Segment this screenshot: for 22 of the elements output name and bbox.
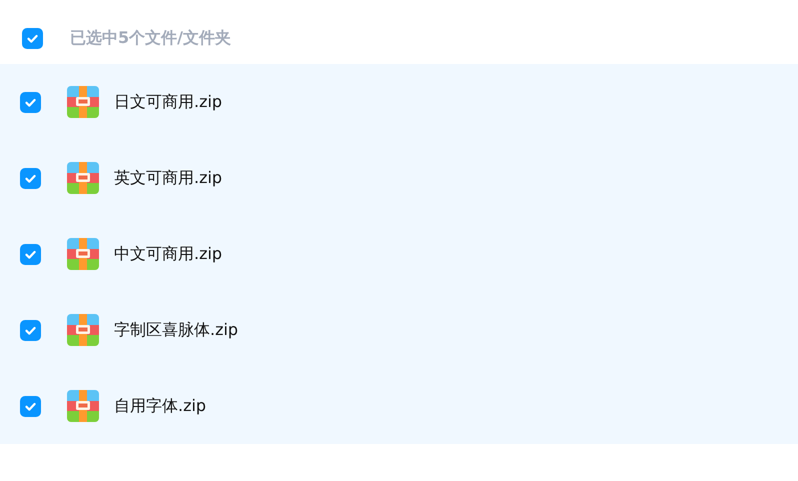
checkbox[interactable] bbox=[20, 168, 41, 188]
file-row[interactable]: 字制区喜脉体.zip bbox=[0, 292, 798, 368]
archive-icon bbox=[67, 162, 99, 194]
checkbox[interactable] bbox=[20, 244, 41, 264]
file-row[interactable]: 日文可商用.zip bbox=[0, 64, 798, 140]
checkbox[interactable] bbox=[20, 396, 41, 416]
archive-icon bbox=[67, 390, 99, 422]
archive-icon bbox=[67, 86, 99, 118]
archive-icon bbox=[67, 238, 99, 270]
file-row[interactable]: 自用字体.zip bbox=[0, 368, 798, 444]
checkbox[interactable] bbox=[20, 320, 41, 340]
selection-count: 已选中5个文件/文件夹 bbox=[70, 28, 231, 48]
archive-icon bbox=[67, 314, 99, 346]
file-name: 字制区喜脉体.zip bbox=[114, 320, 238, 340]
file-name: 中文可商用.zip bbox=[114, 244, 222, 264]
checkbox[interactable] bbox=[20, 92, 41, 112]
file-name: 自用字体.zip bbox=[114, 396, 206, 416]
checkbox[interactable] bbox=[22, 28, 43, 48]
file-name: 日文可商用.zip bbox=[114, 92, 222, 112]
file-row[interactable]: 英文可商用.zip bbox=[0, 140, 798, 216]
file-row[interactable]: 中文可商用.zip bbox=[0, 216, 798, 292]
file-name: 英文可商用.zip bbox=[114, 168, 222, 188]
